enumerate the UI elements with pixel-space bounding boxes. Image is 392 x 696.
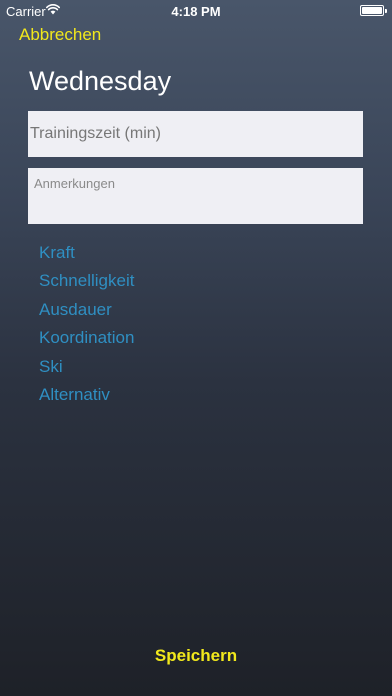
screen: Carrier 4:18 PM Abbrechen Wednesday Kraf… [0, 0, 392, 696]
category-item-koordination[interactable]: Koordination [39, 328, 134, 356]
day-title: Wednesday [29, 66, 172, 96]
category-list: Kraft Schnelligkeit Ausdauer Koordinatio… [39, 243, 134, 413]
category-item-ski[interactable]: Ski [39, 357, 134, 385]
save-button[interactable]: Speichern [0, 646, 392, 666]
category-item-schnelligkeit[interactable]: Schnelligkeit [39, 271, 134, 299]
training-time-input[interactable] [28, 111, 363, 157]
battery-level [362, 7, 382, 14]
category-item-ausdauer[interactable]: Ausdauer [39, 300, 134, 328]
cancel-button[interactable]: Abbrechen [19, 25, 101, 45]
status-bar: Carrier 4:18 PM [0, 0, 392, 22]
category-item-alternativ[interactable]: Alternativ [39, 385, 134, 413]
battery-icon [360, 5, 387, 16]
category-item-kraft[interactable]: Kraft [39, 243, 134, 271]
notes-input[interactable] [28, 168, 363, 224]
status-time: 4:18 PM [171, 4, 221, 19]
